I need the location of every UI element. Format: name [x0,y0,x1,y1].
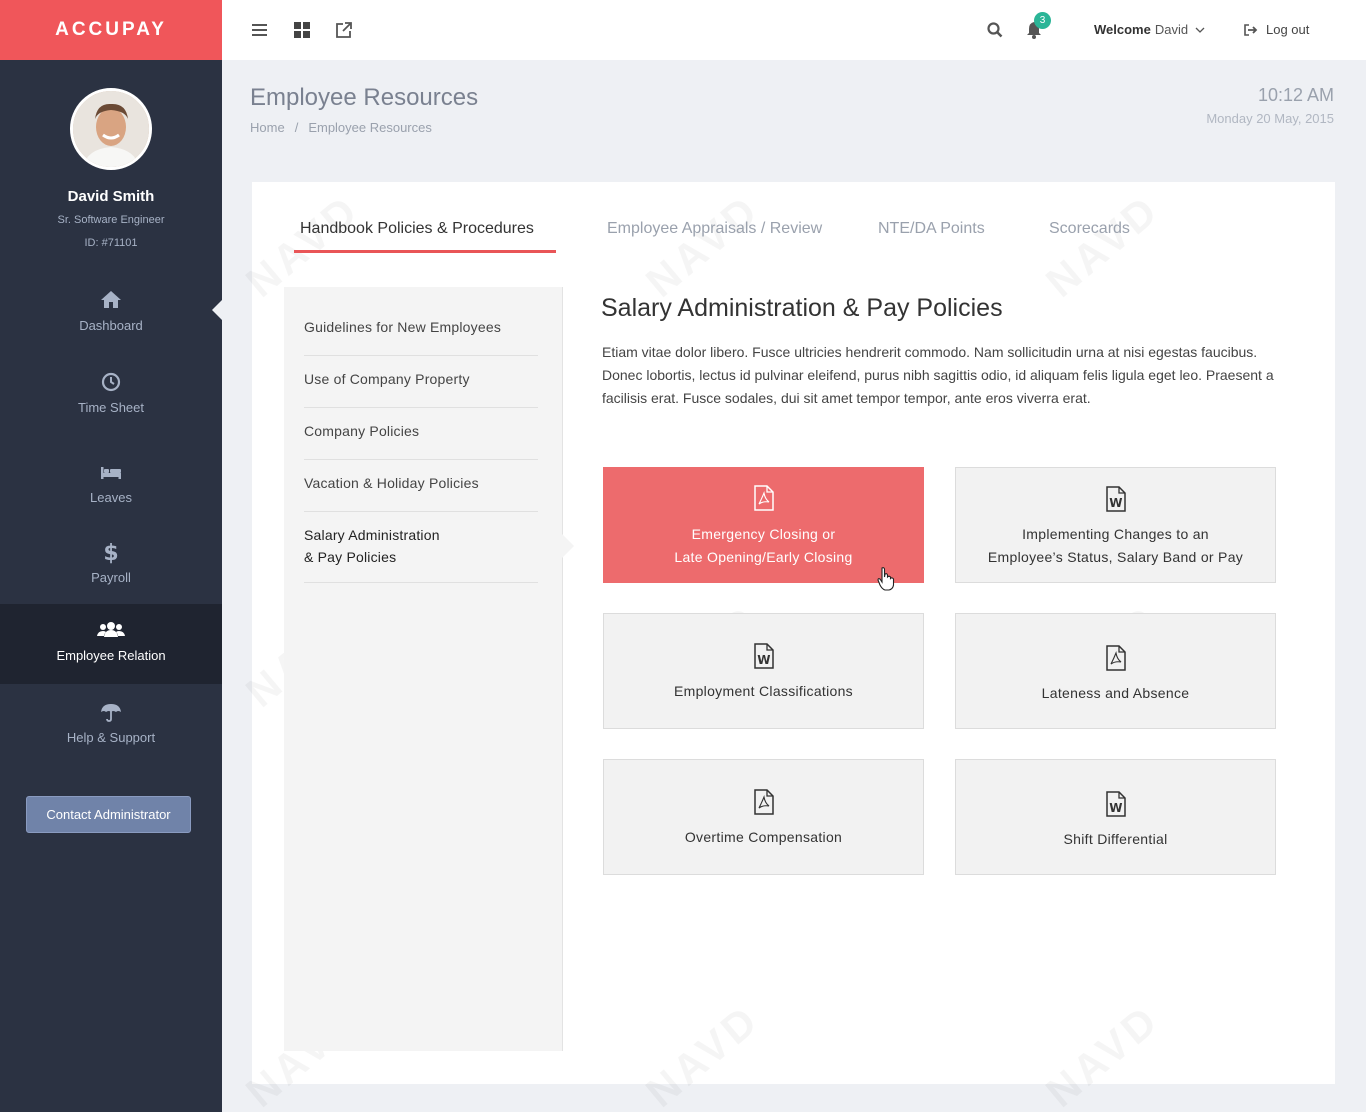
sign-out-icon [1244,23,1258,36]
pdf-icon [754,485,774,511]
current-time: 10:12 AM [1257,85,1334,105]
breadcrumb-current: Employee Resources [308,120,432,135]
dollar-icon: $ [103,541,118,564]
sidebar-item-label: Leaves [90,490,132,505]
content-description: Etiam vitae dolor libero. Fusce ultricie… [602,344,1274,406]
logout-button[interactable]: Log out [1244,22,1309,37]
sidebar-item-time-sheet[interactable]: Time Sheet [0,370,222,450]
sidebar-item-dashboard[interactable]: Dashboard [0,288,222,368]
svg-text:W: W [1109,801,1123,815]
topbar: 3 Welcome David Log out [222,0,1366,60]
document-card-lateness-absence[interactable]: Lateness and Absence [955,613,1276,729]
welcome-user: David [1154,22,1189,37]
active-subnav-pointer [562,534,574,558]
sidebar-item-label: Time Sheet [78,400,144,415]
grid-icon[interactable] [292,20,312,40]
pdf-icon [754,789,774,815]
sidebar-item-employee-relation[interactable]: Employee Relation [0,604,222,684]
svg-text:W: W [757,653,771,667]
breadcrumb: Home / Employee Resources [250,120,432,135]
sidebar-item-label: Payroll [91,570,131,585]
tab-employee-appraisals[interactable]: Employee Appraisals / Review [607,220,822,254]
contact-administrator-button[interactable]: Contact Administrator [26,796,191,833]
user-role: Sr. Software Engineer [57,214,165,226]
current-date: Monday 20 May, 2015 [1206,111,1334,126]
subnav-item-salary-administration[interactable]: Salary Administration & Pay Policies [304,524,538,583]
word-icon: W [754,643,774,669]
sidebar-item-help-support[interactable]: Help & Support [0,700,222,780]
document-title-line2: Employee’s Status, Salary Band or Pay [987,549,1244,565]
document-card-shift-differential[interactable]: W Shift Differential [955,759,1276,875]
subnav-item-label-line1: Salary Administration [304,527,440,543]
bed-icon [101,467,121,479]
sidebar-item-label: Help & Support [66,730,156,745]
document-title: Overtime Compensation [684,829,843,845]
sidebar-item-label: Employee Relation [56,648,166,663]
watermark: NAVD [1037,995,1169,1112]
document-card-overtime-compensation[interactable]: Overtime Compensation [603,759,924,875]
document-title: Employment Classifications [674,683,853,699]
subnav-item-company-property[interactable]: Use of Company Property [304,368,538,408]
page-title: Employee Resources [250,84,479,111]
external-link-icon[interactable] [334,20,354,40]
document-title-line1: Emergency Closing or [691,526,836,542]
tab-scorecards[interactable]: Scorecards [1049,220,1130,254]
subnav-item-guidelines[interactable]: Guidelines for New Employees [304,316,538,356]
user-menu[interactable]: Welcome David [1094,22,1205,37]
watermark: NAVD [637,995,769,1112]
clock-icon [101,372,121,392]
home-icon [101,291,121,308]
user-name: David Smith [67,188,155,205]
active-tab-underline [294,250,556,253]
pdf-icon [1106,645,1126,671]
tab-handbook-policies[interactable]: Handbook Policies & Procedures [300,220,534,254]
svg-text:$: $ [103,541,118,564]
subnav-item-vacation-holiday[interactable]: Vacation & Holiday Policies [304,472,538,512]
active-nav-pointer [212,300,222,320]
subnav-item-label-line2: & Pay Policies [304,549,397,565]
word-icon: W [1106,486,1126,512]
content-title: Salary Administration & Pay Policies [601,294,1003,322]
word-icon: W [1106,791,1126,817]
subnav-item-company-policies[interactable]: Company Policies [304,420,538,460]
logout-label: Log out [1266,22,1310,37]
document-title: Shift Differential [1063,831,1168,847]
document-card-employment-classifications[interactable]: W Employment Classifications [603,613,924,729]
user-id: ID: #71101 [84,237,138,249]
hand-cursor-icon [877,567,895,591]
menu-icon[interactable] [250,20,270,40]
breadcrumb-home[interactable]: Home [250,120,285,135]
umbrella-icon [101,704,121,722]
users-icon [97,622,125,637]
sidebar-item-leaves[interactable]: Leaves [0,460,222,540]
search-icon[interactable] [985,20,1005,40]
svg-text:W: W [1109,496,1123,510]
resources-card: NAVD NAVD NAVD NAVD NAVD NAVD NAVD NAVD … [237,182,1335,1112]
document-title-line2: Late Opening/Early Closing [674,549,853,565]
document-title: Lateness and Absence [1041,685,1190,701]
welcome-label: Welcome [1094,22,1151,37]
brand-logo[interactable]: ACCUPAY [0,0,222,60]
chevron-down-icon [1195,27,1205,33]
tab-nte-da-points[interactable]: NTE/DA Points [878,220,985,254]
breadcrumb-separator: / [294,120,299,135]
sidebar: ACCUPAY David Smith Sr. Software Enginee… [0,0,222,1112]
document-title-line1: Implementing Changes to an [1022,526,1209,542]
document-card-implementing-changes[interactable]: W Implementing Changes to an Employee’s … [955,467,1276,583]
sidebar-item-label: Dashboard [79,318,143,333]
avatar[interactable] [70,88,152,170]
policy-subnav: Guidelines for New Employees Use of Comp… [284,287,563,1051]
notification-badge: 3 [1034,12,1051,29]
